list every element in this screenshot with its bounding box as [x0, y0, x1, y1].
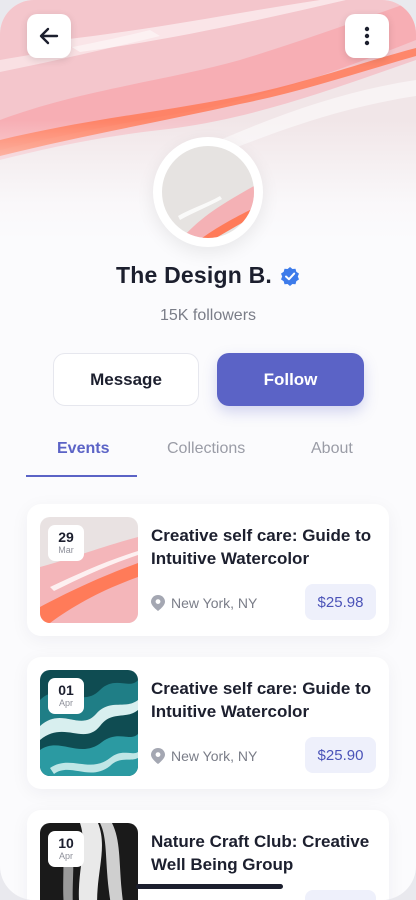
avatar-image — [162, 146, 254, 238]
event-price[interactable]: $25.90 — [305, 737, 376, 773]
event-date-chip: 10 Apr — [48, 831, 84, 867]
event-title: Nature Craft Club: Creative Well Being G… — [151, 832, 370, 874]
follow-button[interactable]: Follow — [217, 353, 364, 406]
verified-badge-icon — [280, 266, 299, 286]
event-location-text: New York, NY — [171, 595, 258, 611]
event-thumbnail: 01 Apr — [40, 670, 138, 776]
event-date-chip: 01 Apr — [48, 678, 84, 714]
event-location: New York, NY — [151, 595, 257, 611]
message-button[interactable]: Message — [53, 353, 199, 406]
followers-count: 15K followers — [159, 307, 257, 324]
event-card[interactable]: 01 Apr Creative self care: Guide to Intu… — [27, 657, 389, 789]
event-day: 10 — [58, 835, 74, 851]
event-thumbnail: 29 Mar — [40, 517, 138, 623]
tab-collections[interactable]: Collections — [167, 440, 245, 458]
location-pin-icon — [151, 748, 165, 764]
profile-tabs: Events Collections About — [26, 440, 390, 478]
event-card[interactable]: 29 Mar Creative self care: Guide to Intu… — [27, 504, 389, 636]
back-button[interactable] — [27, 14, 71, 58]
location-pin-icon — [151, 595, 165, 611]
event-month: Apr — [58, 851, 73, 861]
event-month: Apr — [58, 698, 73, 708]
active-tab-indicator — [26, 475, 137, 477]
event-location-text: New York, NY — [171, 748, 258, 764]
event-thumbnail: 10 Apr — [40, 823, 138, 900]
more-vertical-icon — [364, 26, 370, 46]
tab-events[interactable]: Events — [57, 440, 109, 458]
event-price[interactable] — [305, 890, 376, 900]
profile-name: The Design B. — [116, 262, 272, 288]
event-title: Creative self care: Guide to Intuitive W… — [151, 679, 372, 721]
home-indicator[interactable] — [136, 884, 283, 889]
event-price[interactable]: $25.98 — [305, 584, 376, 620]
arrow-left-icon — [39, 27, 59, 45]
tab-about[interactable]: About — [311, 440, 353, 458]
avatar[interactable] — [153, 137, 263, 247]
phone-screen: The Design B. 15K followers Message Foll… — [0, 0, 416, 900]
event-date-chip: 29 Mar — [48, 525, 84, 561]
profile-name-row: The Design B. — [0, 262, 416, 289]
event-month: Mar — [58, 545, 74, 555]
event-location: New York, NY — [151, 748, 257, 764]
event-title: Creative self care: Guide to Intuitive W… — [151, 526, 372, 568]
more-options-button[interactable] — [345, 14, 389, 58]
event-day: 29 — [58, 529, 74, 545]
event-day: 01 — [58, 682, 74, 698]
